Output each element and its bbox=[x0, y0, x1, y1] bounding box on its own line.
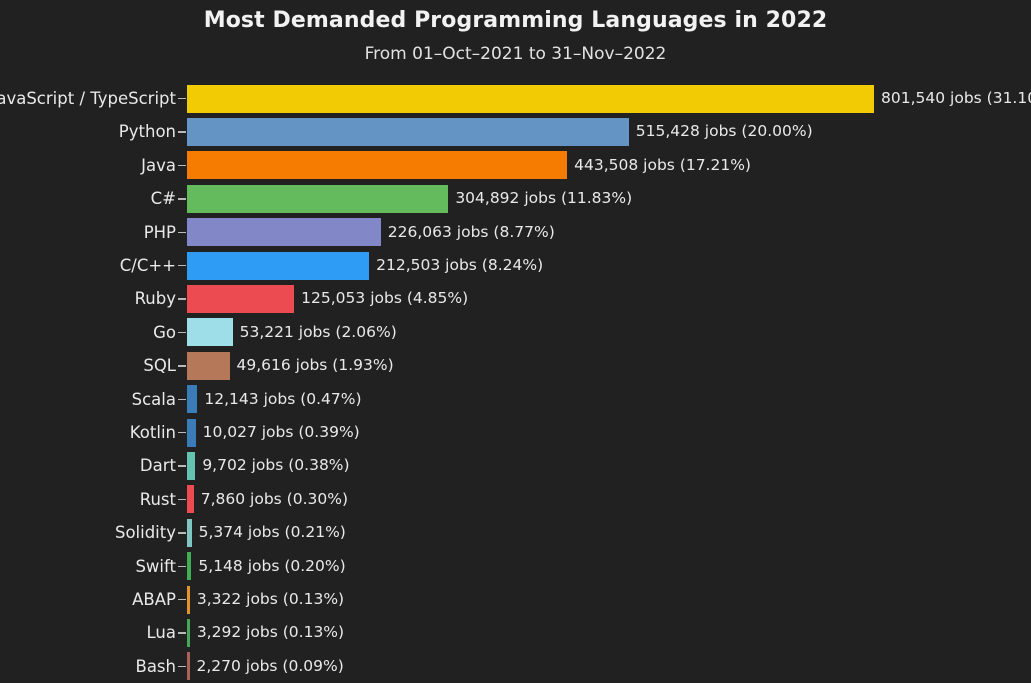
category-label: PHP bbox=[143, 222, 176, 242]
category-label: ABAP bbox=[132, 590, 176, 609]
category-label: Ruby bbox=[134, 289, 176, 309]
bar-row: Bash 2,270 jobs (0.09%) bbox=[0, 650, 1031, 683]
axis-tick bbox=[178, 398, 186, 400]
bar-value-label: 226,063 jobs (8.77%) bbox=[387, 222, 555, 241]
axis-tick bbox=[178, 665, 186, 668]
bar-value-label: 515,428 jobs (20.00%) bbox=[635, 122, 813, 141]
bar bbox=[187, 552, 192, 581]
category-label: Scala bbox=[131, 389, 176, 409]
bar-row: Scala 12,143 jobs (0.47%) bbox=[0, 383, 1031, 416]
bar-row: C/C++ 212,503 jobs (8.24%) bbox=[0, 249, 1031, 282]
bar-value-label: 5,374 jobs (0.21%) bbox=[198, 523, 346, 542]
axis-tick bbox=[178, 532, 186, 534]
category-label: Java bbox=[141, 155, 176, 175]
axis-tick bbox=[178, 365, 186, 367]
bar bbox=[187, 485, 194, 514]
bar-value-label: 9,702 jobs (0.38%) bbox=[202, 456, 350, 475]
bar bbox=[187, 451, 196, 480]
category-label: Solidity bbox=[114, 523, 176, 543]
axis-tick bbox=[178, 298, 186, 300]
bar-row: SQL 49,616 jobs (1.93%) bbox=[0, 349, 1031, 382]
category-label: C/C++ bbox=[119, 256, 176, 275]
bar-row: Lua 3,292 jobs (0.13%) bbox=[0, 616, 1031, 649]
axis-tick bbox=[178, 498, 186, 501]
bar-value-label: 7,860 jobs (0.30%) bbox=[200, 489, 348, 508]
bar-value-label: 49,616 jobs (1.93%) bbox=[236, 356, 394, 375]
bar bbox=[187, 117, 629, 146]
axis-tick bbox=[178, 131, 186, 133]
bar bbox=[187, 518, 192, 547]
axis-tick bbox=[178, 198, 186, 200]
axis-tick bbox=[178, 632, 186, 634]
category-label: Dart bbox=[139, 456, 176, 476]
bar bbox=[187, 618, 190, 647]
bar-value-label: 443,508 jobs (17.21%) bbox=[574, 155, 751, 174]
bar bbox=[187, 84, 874, 113]
bar-value-label: 3,292 jobs (0.13%) bbox=[196, 623, 345, 642]
axis-tick bbox=[178, 465, 186, 467]
axis-tick bbox=[178, 265, 186, 267]
bar-value-label: 212,503 jobs (8.24%) bbox=[376, 256, 544, 274]
bar-row: Swift 5,148 jobs (0.20%) bbox=[0, 550, 1031, 583]
axis-tick bbox=[178, 565, 186, 567]
bar-row: Java 443,508 jobs (17.21%) bbox=[0, 149, 1031, 182]
chart-title: Most Demanded Programming Languages in 2… bbox=[203, 8, 828, 33]
bar bbox=[187, 218, 381, 247]
bar-value-label: 125,053 jobs (4.85%) bbox=[301, 289, 469, 308]
bar-value-label: 53,221 jobs (2.06%) bbox=[239, 322, 397, 341]
bar-value-label: 2,270 jobs (0.09%) bbox=[196, 656, 344, 675]
bar-row: ABAP 3,322 jobs (0.13%) bbox=[0, 583, 1031, 616]
bar bbox=[187, 418, 196, 447]
bar-row: Dart 9,702 jobs (0.38%) bbox=[0, 449, 1031, 482]
bar-row: PHP 226,063 jobs (8.77%) bbox=[0, 216, 1031, 249]
bar bbox=[187, 284, 295, 313]
bar bbox=[187, 184, 449, 213]
bar bbox=[187, 652, 190, 681]
axis-tick bbox=[178, 164, 186, 167]
category-label: Swift bbox=[135, 556, 176, 576]
axis-tick bbox=[178, 231, 186, 233]
bar-row: JavaScript / TypeScript 801,540 jobs (31.… bbox=[0, 82, 1031, 115]
axis-tick bbox=[178, 98, 186, 100]
bar-row: Ruby 125,053 jobs (4.85%) bbox=[0, 282, 1031, 315]
bar bbox=[187, 385, 198, 414]
bar bbox=[187, 151, 568, 180]
bar bbox=[187, 318, 233, 347]
bar-value-label: 3,322 jobs (0.13%) bbox=[196, 590, 345, 608]
category-label: Rust bbox=[139, 489, 176, 509]
axis-tick bbox=[178, 599, 186, 601]
bar-value-label: 304,892 jobs (11.83%) bbox=[455, 189, 633, 208]
bar-value-label: 801,540 jobs (31.10%) bbox=[881, 89, 1031, 107]
bar-value-label: 10,027 jobs (0.39%) bbox=[202, 423, 360, 441]
chart-figure: Most Demanded Programming Languages in 2… bbox=[0, 0, 1031, 683]
category-label: Python bbox=[118, 122, 176, 142]
bar-row: Solidity 5,374 jobs (0.21%) bbox=[0, 516, 1031, 549]
category-label: Go bbox=[153, 322, 176, 342]
bar-row: Python 515,428 jobs (20.00%) bbox=[0, 115, 1031, 148]
category-label: Kotlin bbox=[129, 423, 176, 442]
category-label: JavaScript / TypeScript bbox=[0, 89, 176, 108]
category-label: Bash bbox=[135, 656, 177, 676]
axis-tick bbox=[178, 331, 186, 334]
category-label: C# bbox=[150, 189, 176, 209]
bar bbox=[187, 351, 230, 380]
bar-value-label: 12,143 jobs (0.47%) bbox=[204, 389, 362, 408]
bar-row: C# 304,892 jobs (11.83%) bbox=[0, 182, 1031, 215]
category-label: Lua bbox=[146, 623, 176, 643]
bar-row: Rust 7,860 jobs (0.30%) bbox=[0, 483, 1031, 516]
bar bbox=[187, 251, 370, 280]
category-label: SQL bbox=[143, 356, 176, 376]
bar-row: Kotlin 10,027 jobs (0.39%) bbox=[0, 416, 1031, 449]
bar-chart-plot-area: JavaScript / TypeScript 801,540 jobs (31.… bbox=[0, 82, 1031, 683]
bar-row: Go 53,221 jobs (2.06%) bbox=[0, 316, 1031, 349]
chart-subtitle: From 01–Oct–2021 to 31–Nov–2022 bbox=[364, 44, 667, 64]
bar bbox=[187, 585, 190, 614]
axis-tick bbox=[178, 432, 186, 434]
bar-value-label: 5,148 jobs (0.20%) bbox=[198, 556, 346, 575]
